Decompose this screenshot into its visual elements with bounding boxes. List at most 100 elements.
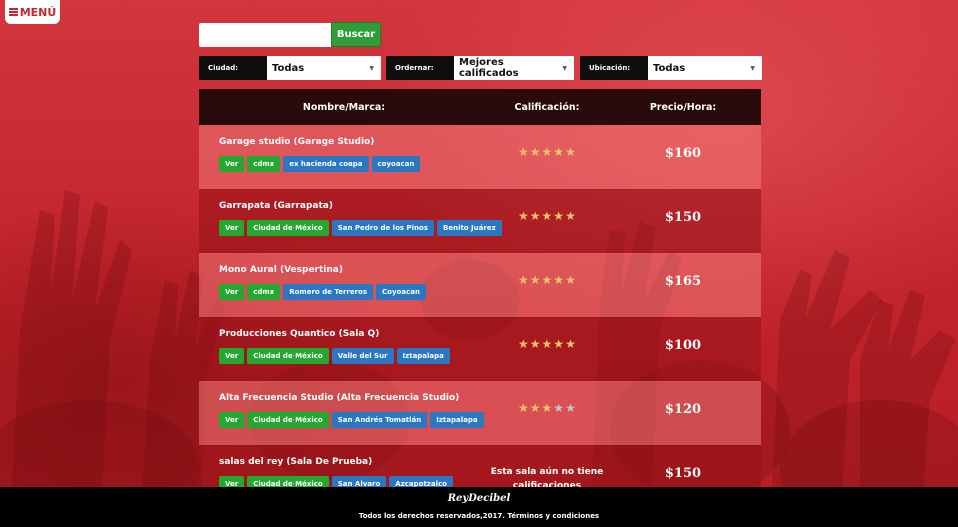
- star-icon: ★: [565, 401, 576, 415]
- location-tag[interactable]: Coyoacan: [376, 284, 426, 300]
- star-icon: ★: [518, 337, 529, 351]
- menu-button[interactable]: MENÚ: [5, 0, 60, 24]
- studio-name: Garage studio (Garage Studio): [219, 137, 375, 147]
- view-button[interactable]: Ver: [219, 284, 245, 300]
- table-row: Producciones Quantico (Sala Q) Ver Ciudad …: [199, 317, 761, 381]
- footer: ReyDecibel Todos los derechos reservados…: [0, 487, 958, 527]
- studio-name: salas del rey (Sala De Prueba): [219, 457, 373, 467]
- price-per-hour: $150: [664, 465, 702, 481]
- tag-list: Ver Ciudad de México San Andrés Tomatlán Iz…: [219, 412, 484, 428]
- star-icon: ★: [553, 273, 565, 287]
- brand-logo: ReyDecibel: [447, 493, 511, 504]
- table-row: Garrapata (Garrapata) Ver Ciudad de México…: [199, 189, 761, 253]
- filter-order-value: Mejores calificados: [459, 57, 519, 79]
- star-icon: ★: [565, 337, 576, 351]
- star-icon: ★: [553, 401, 565, 415]
- footer-legal-text[interactable]: Todos los derechos reservados,2017. Térm…: [0, 512, 958, 520]
- chevron-down-icon: ▼: [750, 64, 755, 72]
- search-input[interactable]: [199, 23, 331, 47]
- location-tag[interactable]: coyoacan: [371, 156, 421, 172]
- results-table-body: Garage studio (Garage Studio) Ver cdmx ex h…: [199, 125, 761, 487]
- star-icon: ★: [553, 145, 565, 159]
- view-button[interactable]: Ver: [219, 220, 245, 236]
- view-button[interactable]: Ver: [219, 412, 245, 428]
- filter-location: Ubicación: Todas ▼: [580, 56, 762, 80]
- rating-stars: ★ ★ ★ ★ ★: [518, 402, 576, 414]
- rating-stars: ★ ★ ★ ★ ★: [518, 146, 576, 158]
- star-icon: ★: [518, 209, 529, 223]
- price-per-hour: $100: [664, 337, 702, 353]
- star-icon: ★: [529, 145, 541, 159]
- star-icon: ★: [553, 337, 565, 351]
- search-button[interactable]: Buscar: [331, 22, 381, 47]
- location-tag[interactable]: Iztapalapa: [396, 348, 450, 364]
- filter-order-select[interactable]: Mejores calificados ▼: [454, 56, 574, 80]
- location-tag[interactable]: Ciudad de México: [247, 348, 329, 364]
- location-tag[interactable]: Valle del Sur: [331, 348, 394, 364]
- rating-stars: ★ ★ ★ ★ ★: [518, 338, 576, 350]
- filter-city-select[interactable]: Todas ▼: [267, 56, 381, 80]
- location-tag[interactable]: ex hacienda coapa: [283, 156, 369, 172]
- location-tag[interactable]: Iztapalapa: [430, 412, 484, 428]
- price-per-hour: $150: [664, 209, 702, 225]
- star-icon: ★: [518, 401, 529, 415]
- location-tag[interactable]: Ciudad de México: [247, 476, 329, 487]
- star-icon: ★: [529, 273, 541, 287]
- location-tag[interactable]: Azcapotzalco: [389, 476, 453, 487]
- filter-location-label: Ubicación:: [580, 56, 648, 80]
- price-per-hour: $120: [664, 401, 702, 417]
- location-tag[interactable]: Benito Juárez: [437, 220, 502, 236]
- tag-list: Ver cdmx ex hacienda coapa coyoacan: [219, 156, 421, 172]
- star-icon: ★: [541, 401, 553, 415]
- filter-order-label: Ordernar:: [386, 56, 454, 80]
- star-icon: ★: [541, 337, 553, 351]
- table-row: Alta Frecuencia Studio (Alta Frecuencia …: [199, 381, 761, 445]
- view-button[interactable]: Ver: [219, 476, 245, 487]
- table-row: Garage studio (Garage Studio) Ver cdmx ex h…: [199, 125, 761, 189]
- header-name[interactable]: Nombre/Marca:: [199, 89, 489, 125]
- tag-list: Ver Ciudad de México Valle del Sur Iztapala…: [219, 348, 450, 364]
- menu-label: MENÚ: [19, 5, 57, 19]
- star-icon: ★: [565, 145, 576, 159]
- star-icon: ★: [553, 209, 565, 223]
- rating-stars: ★ ★ ★ ★ ★: [518, 274, 576, 286]
- star-icon: ★: [541, 209, 553, 223]
- star-icon: ★: [529, 401, 541, 415]
- table-header: Nombre/Marca: Calificación: Precio/Hora:: [199, 89, 761, 125]
- filter-city-value: Todas: [272, 62, 305, 74]
- studio-name: Alta Frecuencia Studio (Alta Frecuencia …: [219, 393, 460, 403]
- star-icon: ★: [541, 273, 553, 287]
- tag-list: Ver Ciudad de México San Alvaro Azcapotzalc…: [219, 476, 453, 487]
- studio-name: Producciones Quantico (Sala Q): [219, 329, 380, 339]
- star-icon: ★: [529, 337, 541, 351]
- location-tag[interactable]: Romero de Terreros: [283, 284, 374, 300]
- star-icon: ★: [529, 209, 541, 223]
- chevron-down-icon: ▼: [562, 64, 567, 72]
- filter-city-label: Ciudad:: [199, 56, 267, 80]
- view-button[interactable]: Ver: [219, 156, 245, 172]
- header-price[interactable]: Precio/Hora:: [605, 89, 761, 125]
- price-per-hour: $160: [664, 145, 702, 161]
- location-tag[interactable]: Ciudad de México: [247, 412, 329, 428]
- location-tag[interactable]: San Andrés Tomatlán: [331, 412, 428, 428]
- tag-list: Ver cdmx Romero de Terreros Coyoacan: [219, 284, 426, 300]
- location-tag[interactable]: San Alvaro: [331, 476, 387, 487]
- location-tag[interactable]: San Pedro de los Pinos: [331, 220, 434, 236]
- view-button[interactable]: Ver: [219, 348, 245, 364]
- location-tag[interactable]: Ciudad de México: [247, 220, 329, 236]
- chevron-down-icon: ▼: [369, 64, 374, 72]
- filter-city: Ciudad: Todas ▼: [199, 56, 381, 80]
- studio-name: Garrapata (Garrapata): [219, 201, 333, 211]
- location-tag[interactable]: cdmx: [247, 156, 281, 172]
- header-rating[interactable]: Calificación:: [489, 89, 605, 125]
- star-icon: ★: [565, 209, 576, 223]
- tag-list: Ver Ciudad de México San Pedro de los Pino…: [219, 220, 502, 236]
- studio-name: Mono Aural (Vespertina): [219, 265, 343, 275]
- table-row: Mono Aural (Vespertina) Ver cdmx Romero de …: [199, 253, 761, 317]
- star-icon: ★: [518, 145, 529, 159]
- no-rating-text: Esta sala aún no tiene calificaciones: [490, 467, 604, 487]
- location-tag[interactable]: cdmx: [247, 284, 281, 300]
- filter-location-select[interactable]: Todas ▼: [648, 56, 762, 80]
- rating-stars: ★ ★ ★ ★ ★: [518, 210, 576, 222]
- star-icon: ★: [565, 273, 576, 287]
